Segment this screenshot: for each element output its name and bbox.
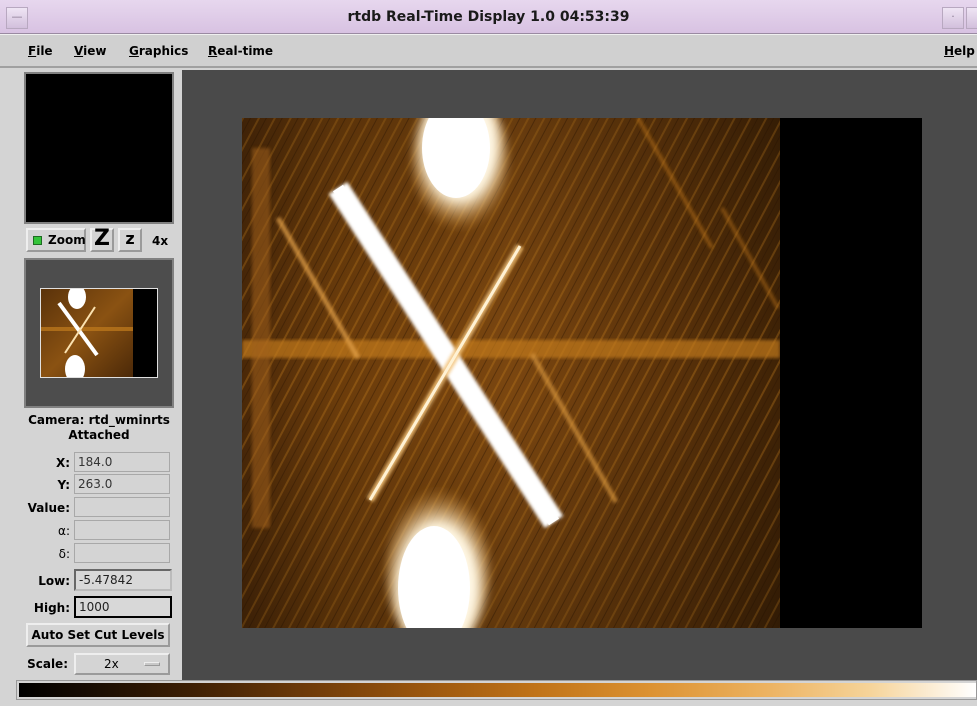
camera-status: Camera: rtd_wminrts Attached [20, 413, 178, 443]
panner-view[interactable] [24, 72, 174, 224]
zoom-factor: 4x [152, 234, 169, 248]
magnifier-view [24, 258, 174, 408]
menu-file[interactable]: File [28, 44, 53, 58]
delta-field [74, 543, 170, 563]
window-title: rtdb Real-Time Display 1.0 04:53:39 [347, 9, 630, 25]
camera-attached-status: Attached [68, 428, 130, 442]
low-label: Low: [38, 574, 70, 588]
auto-set-cut-levels-button[interactable]: Auto Set Cut Levels [26, 623, 170, 647]
image-frame [242, 118, 922, 628]
camera-image[interactable] [242, 118, 780, 628]
high-label: High: [33, 601, 70, 615]
window-maximize-button[interactable] [966, 7, 977, 29]
zoom-in-button[interactable]: Z [90, 228, 114, 252]
option-menu-indicator-icon [144, 662, 160, 666]
menu-real-time[interactable]: Real-time [208, 44, 273, 58]
y-label: Y: [57, 478, 70, 492]
menu-help[interactable]: Help [944, 44, 975, 58]
scale-select[interactable]: 2x [74, 653, 170, 675]
zoom-indicator-led [33, 236, 42, 245]
zoom-toggle-button[interactable]: Zoom [26, 228, 86, 252]
image-canvas[interactable] [182, 70, 977, 680]
menu-bar: File View Graphics Real-time Help [0, 34, 977, 68]
high-cut-input[interactable] [74, 596, 172, 618]
x-field: 184.0 [74, 452, 170, 472]
menu-graphics[interactable]: Graphics [129, 44, 188, 58]
window-minimize-button[interactable]: · [942, 7, 964, 29]
window-title-bar: — rtdb Real-Time Display 1.0 04:53:39 · [0, 0, 977, 34]
zoom-toolbar: Zoom Z z 4x [24, 226, 176, 256]
scale-label: Scale: [27, 657, 68, 671]
colorbar-gradient [19, 683, 976, 697]
control-panel: Zoom Z z 4x Camera: rtd_wminrts Attached… [20, 70, 178, 680]
image-thumbnail[interactable] [40, 288, 158, 378]
zoom-label: Zoom [48, 233, 86, 247]
scale-value: 2x [104, 657, 119, 671]
alpha-field [74, 520, 170, 540]
zoom-out-button[interactable]: z [118, 228, 142, 252]
alpha-label: α: [58, 524, 70, 538]
delta-label: δ: [58, 547, 70, 561]
menu-view[interactable]: View [74, 44, 106, 58]
camera-name: Camera: rtd_wminrts [28, 413, 170, 427]
value-label: Value: [27, 501, 70, 515]
low-cut-input[interactable] [74, 569, 172, 591]
x-label: X: [55, 456, 70, 470]
colorbar[interactable] [16, 680, 977, 700]
value-field [74, 497, 170, 517]
y-field: 263.0 [74, 474, 170, 494]
